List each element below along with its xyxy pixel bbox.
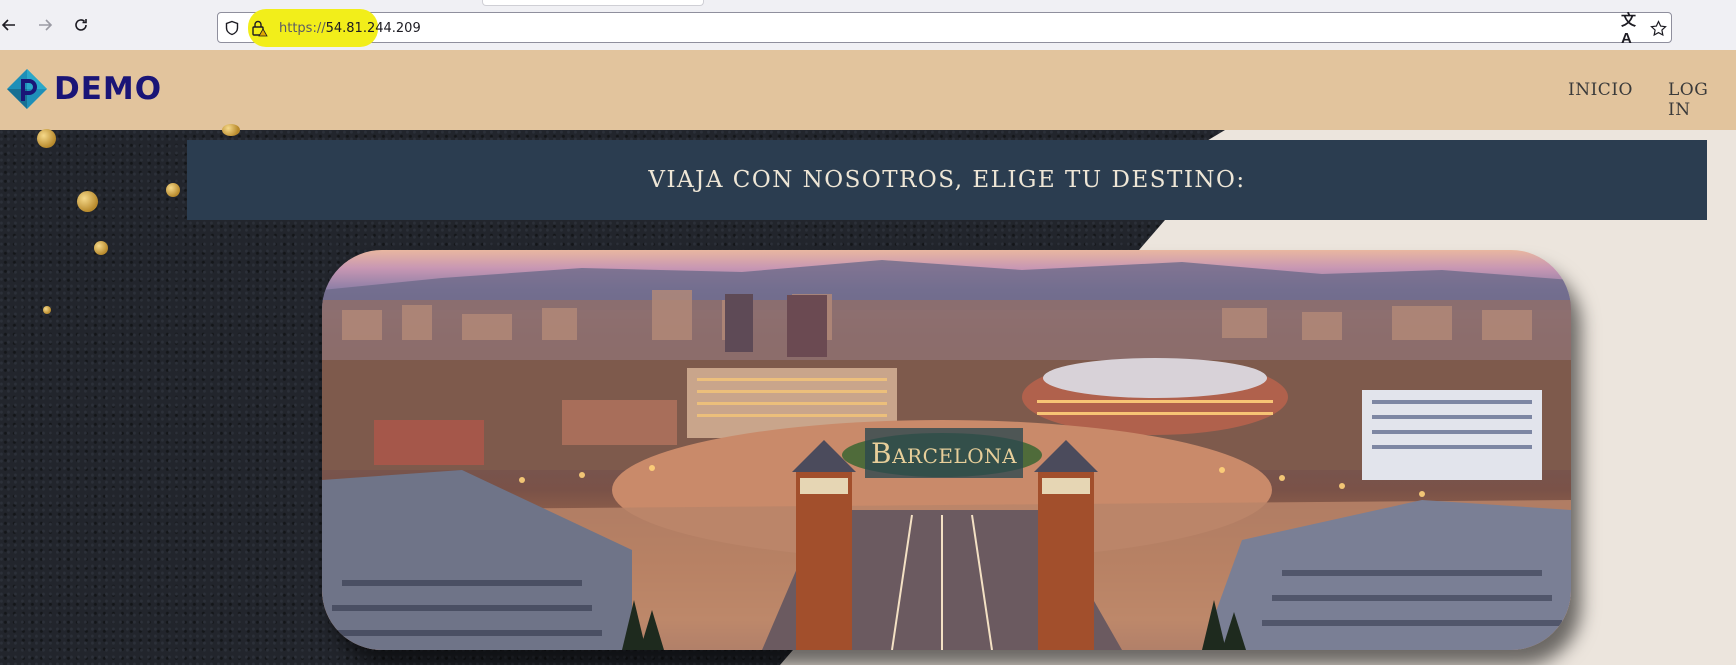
site-header: DEMO INICIO LOG IN — [0, 50, 1736, 130]
star-icon[interactable] — [1649, 19, 1667, 37]
reload-button[interactable] — [68, 12, 94, 38]
gold-confetti — [43, 306, 51, 314]
gold-confetti — [222, 124, 240, 136]
reload-icon — [75, 19, 87, 31]
destination-label[interactable]: Barcelona — [865, 428, 1024, 478]
nav-login-link[interactable]: LOG IN — [1668, 80, 1736, 120]
forward-arrow-icon — [39, 19, 53, 31]
destination-card-barcelona[interactable]: Barcelona — [322, 250, 1571, 650]
nav-inicio-link[interactable]: INICIO — [1568, 80, 1633, 100]
gold-confetti — [37, 129, 56, 148]
url-scheme: https:// — [279, 21, 326, 36]
gold-confetti — [166, 183, 180, 197]
shield-icon[interactable] — [223, 19, 241, 37]
destination-name: Barcelona — [871, 436, 1018, 470]
lock-warning-icon[interactable] — [250, 19, 268, 37]
forward-button[interactable] — [32, 12, 58, 38]
back-arrow-icon — [1, 19, 15, 31]
logo-diamond-icon — [7, 69, 47, 109]
site-logo[interactable]: DEMO — [6, 68, 162, 110]
url-host: 54.81.244.209 — [325, 21, 421, 36]
address-bar[interactable]: https://54.81.244.209 文A — [217, 9, 1672, 47]
gold-confetti — [94, 241, 108, 255]
banner-title: VIAJA CON NOSOTROS, ELIGE TU DESTINO: — [648, 167, 1246, 193]
logo-text: DEMO — [54, 71, 163, 107]
back-button[interactable] — [0, 12, 22, 38]
browser-tab[interactable] — [482, 0, 704, 6]
destination-banner: VIAJA CON NOSOTROS, ELIGE TU DESTINO: — [187, 140, 1707, 220]
translate-icon[interactable]: 文A — [1621, 12, 1639, 47]
gold-confetti — [77, 191, 98, 212]
url-text[interactable]: https://54.81.244.209 — [279, 21, 421, 36]
browser-toolbar: https://54.81.244.209 文A — [0, 0, 1736, 51]
